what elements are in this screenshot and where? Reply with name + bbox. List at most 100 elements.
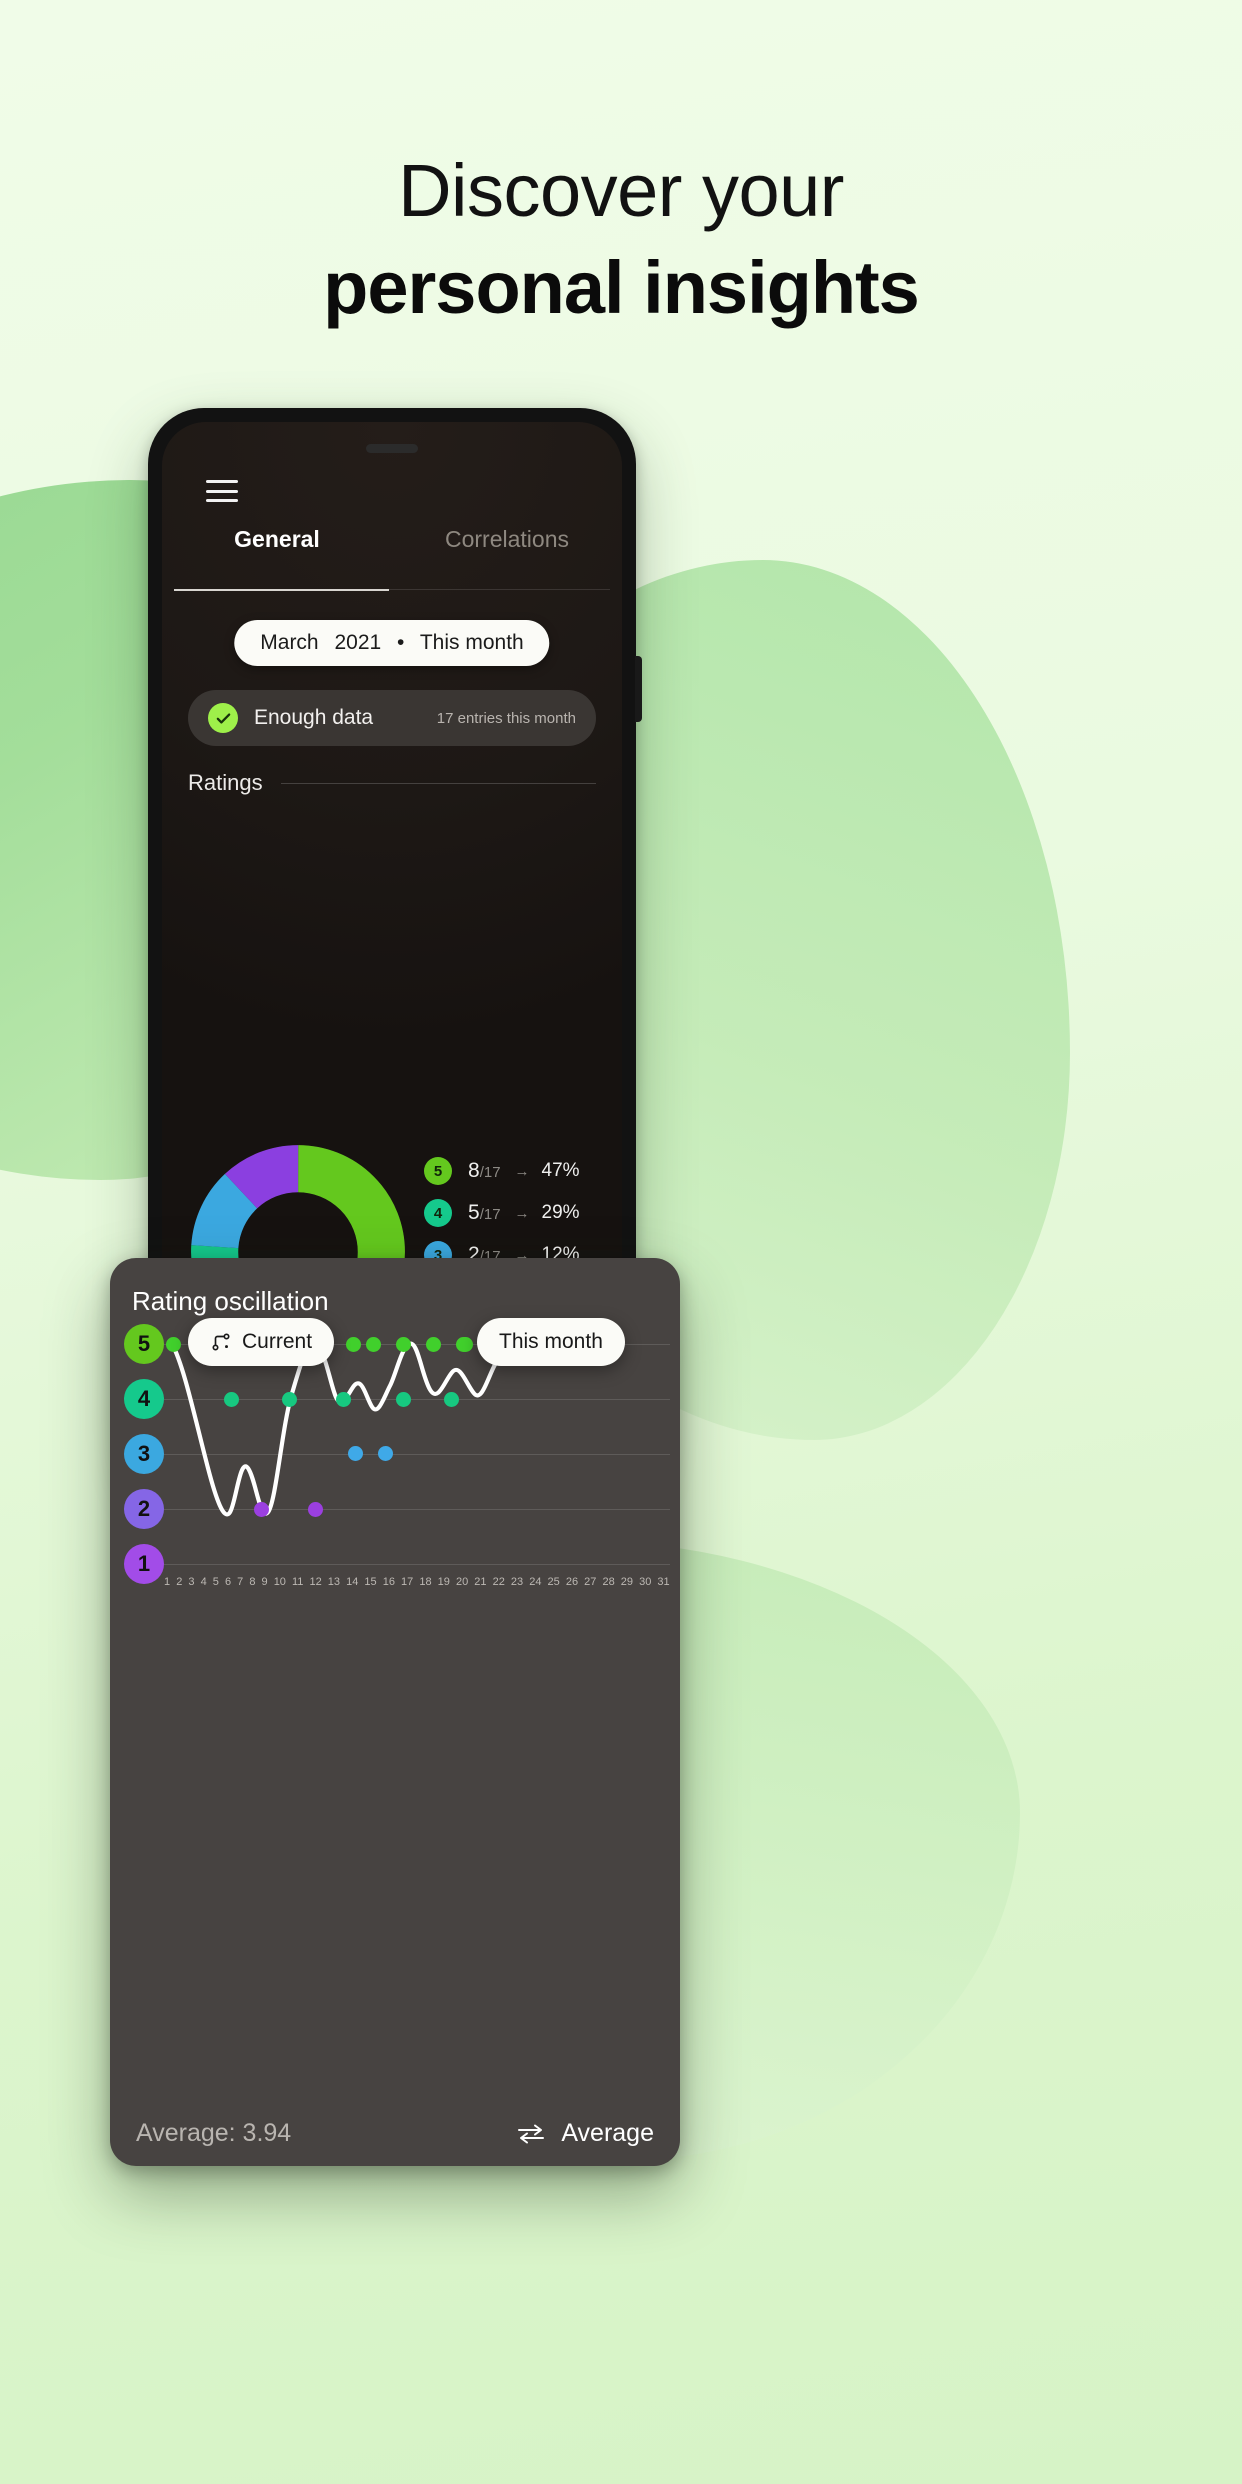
year-label: 2021 (334, 631, 382, 654)
month-label: March (260, 631, 319, 654)
x-axis-tick: 5 (212, 1576, 219, 1588)
entries-count: 17 entries this month (436, 709, 576, 727)
table-row: 5 8/17 → 47% (424, 1150, 604, 1192)
page-title: Discover your personal insights (0, 148, 1242, 334)
count-value: 5 (468, 1201, 480, 1224)
x-axis-tick: 15 (364, 1576, 377, 1588)
rating-percent-5: 47% (541, 1160, 580, 1181)
arrow-icon: → (514, 1162, 530, 1180)
table-row: 4 5/17 → 29% (424, 1192, 604, 1234)
x-axis-tick: 12 (309, 1576, 322, 1588)
status-row[interactable]: Enough data 17 entries this month (188, 690, 596, 746)
data-point (166, 1337, 181, 1352)
pill-separator: • (397, 631, 405, 654)
x-axis-tick: 4 (200, 1576, 207, 1588)
data-point (458, 1337, 473, 1352)
data-point (282, 1392, 297, 1407)
x-axis-tick: 26 (565, 1576, 579, 1588)
x-axis-tick: 25 (547, 1576, 560, 1588)
section-header-ratings: Ratings (188, 770, 596, 796)
data-point (396, 1392, 411, 1407)
x-axis-tick: 1 (164, 1576, 171, 1588)
phone-speaker (366, 444, 418, 453)
card-footer: Average: 3.94 Average (110, 2119, 680, 2148)
x-axis-tick: 6 (224, 1576, 232, 1588)
x-axis-tick: 2 (176, 1576, 183, 1588)
section-title: Ratings (188, 770, 263, 795)
y-axis-badge-5: 5 (124, 1324, 164, 1364)
x-axis-tick: 18 (419, 1576, 432, 1588)
data-point (224, 1392, 239, 1407)
x-axis-tick: 14 (346, 1576, 359, 1588)
section-rule (280, 782, 596, 784)
data-point (378, 1446, 393, 1461)
rating-badge-4: 4 (424, 1199, 452, 1227)
swap-arrows-icon (518, 2124, 545, 2143)
data-point (308, 1502, 323, 1517)
x-axis-tick: 21 (474, 1576, 487, 1588)
data-point (348, 1446, 363, 1461)
branch-icon (212, 1333, 230, 1351)
data-point (366, 1337, 381, 1352)
status-label: Enough data (254, 706, 374, 729)
arrow-icon: → (514, 1204, 530, 1222)
x-axis-tick: 30 (639, 1576, 652, 1588)
tab-active-indicator (174, 589, 389, 591)
x-axis-tick: 9 (261, 1576, 268, 1588)
x-axis-tick: 16 (382, 1576, 395, 1588)
rating-count-4: 5/17 (468, 1201, 501, 1225)
x-axis-tick: 28 (602, 1576, 615, 1588)
phone-side-button (635, 656, 642, 722)
current-chip[interactable]: Current (188, 1318, 335, 1366)
toggle-label: Average (561, 2119, 654, 2147)
x-axis-tick: 7 (237, 1576, 244, 1588)
count-denominator: /17 (479, 1164, 501, 1181)
x-axis-tick: 29 (620, 1576, 634, 1588)
y-axis-badge-1: 1 (124, 1544, 164, 1584)
tab-bar: General Correlations (162, 526, 622, 573)
range-label: This month (419, 631, 524, 654)
x-axis-tick: 23 (510, 1576, 524, 1588)
month-selector-pill[interactable]: March 2021 • This month (234, 620, 550, 666)
x-axis-tick: 8 (249, 1576, 256, 1588)
chart-x-axis: 1 2 3 4 5 6 7 8 9 10 11 12 13 14 15 16 17 18 19 20 21 22 23 24 2… (164, 1576, 670, 1588)
chip-label: This month (499, 1330, 603, 1353)
tab-general[interactable]: General (162, 526, 392, 573)
y-axis-badge-2: 2 (124, 1489, 164, 1529)
tab-correlations[interactable]: Correlations (392, 526, 622, 573)
y-axis-badge-3: 3 (124, 1434, 164, 1474)
card-title: Rating oscillation (132, 1286, 329, 1316)
check-circle-icon (208, 703, 238, 733)
hamburger-icon[interactable] (206, 480, 238, 502)
data-point (426, 1337, 441, 1352)
rating-badge-5: 5 (424, 1157, 452, 1185)
x-axis-tick: 22 (492, 1576, 505, 1588)
x-axis-tick: 13 (327, 1576, 341, 1588)
x-axis-tick: 11 (292, 1576, 304, 1588)
data-point (254, 1502, 269, 1517)
this-month-chip[interactable]: This month (477, 1318, 625, 1366)
data-point (346, 1337, 361, 1352)
oscillation-line-chart[interactable]: 5 4 3 2 1 (110, 1324, 680, 1594)
average-label: Average: 3.94 (136, 2119, 292, 2147)
headline-line-1: Discover your (398, 149, 844, 232)
average-toggle-button[interactable]: Average (515, 2119, 654, 2148)
x-axis-tick: 24 (529, 1576, 542, 1588)
x-axis-tick: 31 (657, 1576, 670, 1588)
data-point (336, 1392, 351, 1407)
data-point (396, 1337, 411, 1352)
count-denominator: /17 (479, 1206, 501, 1223)
rating-count-5: 8/17 (468, 1159, 501, 1183)
count-value: 8 (468, 1159, 480, 1182)
x-axis-tick: 17 (401, 1576, 414, 1588)
x-axis-tick: 20 (455, 1576, 469, 1588)
rating-oscillation-card: Rating oscillation 5 4 3 2 1 1 2 3 4 5 6… (110, 1258, 680, 2166)
data-point (444, 1392, 459, 1407)
x-axis-tick: 3 (188, 1576, 195, 1588)
rating-percent-4: 29% (541, 1202, 580, 1223)
x-axis-tick: 19 (437, 1576, 450, 1588)
headline-line-2: personal insights (323, 246, 920, 329)
chip-label: Current (242, 1330, 313, 1353)
y-axis-badge-4: 4 (124, 1379, 164, 1419)
x-axis-tick: 10 (273, 1576, 286, 1588)
